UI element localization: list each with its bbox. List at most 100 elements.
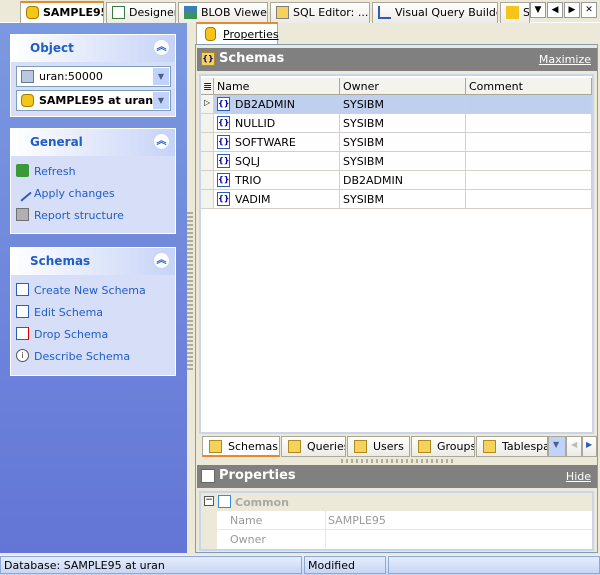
- schemas-group: Schemas ︽ Create New Schema Edit Schema D…: [10, 247, 176, 376]
- row-selector[interactable]: [201, 152, 214, 171]
- server-icon: [21, 70, 34, 83]
- table-row[interactable]: {} SQLJ SYSIBM: [201, 152, 592, 171]
- collapse-icon[interactable]: ︽: [153, 133, 170, 150]
- cell-name[interactable]: {} SQLJ: [214, 152, 340, 171]
- query-builder-icon: [378, 6, 391, 19]
- cell-comment[interactable]: [466, 190, 592, 209]
- row-selector[interactable]: [201, 171, 214, 190]
- tab-queries[interactable]: Queries: [281, 436, 346, 457]
- tab-groups[interactable]: Groups: [411, 436, 475, 457]
- apply-icon: [13, 183, 32, 202]
- tabs-scroll-left-button[interactable]: ◀: [566, 436, 582, 457]
- category-common: Common: [235, 496, 289, 509]
- describe-schema-link[interactable]: i Describe Schema: [11, 345, 175, 367]
- schema-icon: {}: [217, 97, 230, 111]
- edit-schema-link[interactable]: Edit Schema: [11, 301, 175, 323]
- table-row[interactable]: ▷ {} DB2ADMIN SYSIBM: [201, 95, 592, 114]
- close-tab-button[interactable]: ✕: [581, 2, 597, 18]
- sidebar-splitter[interactable]: [187, 210, 193, 370]
- apply-changes-link[interactable]: Apply changes: [11, 182, 175, 204]
- cell-owner[interactable]: DB2ADMIN: [340, 171, 466, 190]
- tab-visual-query-builder[interactable]: Visual Query Builder: [372, 2, 498, 23]
- row-selector[interactable]: [201, 114, 214, 133]
- database-select[interactable]: SAMPLE95 at uran ▼: [16, 90, 171, 111]
- column-header-comment[interactable]: Comment: [466, 78, 592, 95]
- chevron-down-icon[interactable]: ▼: [153, 92, 169, 109]
- row-selector[interactable]: [201, 133, 214, 152]
- cell-name[interactable]: {} VADIM: [214, 190, 340, 209]
- drop-schema-link[interactable]: Drop Schema: [11, 323, 175, 345]
- cell-comment[interactable]: [466, 152, 592, 171]
- arrow-right-icon: ▶: [586, 440, 593, 449]
- sql-editor-icon: [276, 6, 289, 19]
- tab-designer[interactable]: Designer: [106, 2, 176, 23]
- schema-icon: {}: [217, 192, 230, 206]
- cell-name[interactable]: {} SOFTWARE: [214, 133, 340, 152]
- schemas-grid: ≣ Name Owner Comment ▷ {} DB2ADMIN SYSIBM…: [199, 74, 594, 434]
- cell-name[interactable]: {} TRIO: [214, 171, 340, 190]
- collapse-category-icon[interactable]: −: [204, 496, 214, 506]
- refresh-link[interactable]: Refresh: [11, 160, 175, 182]
- cell-name[interactable]: {} DB2ADMIN: [214, 95, 340, 114]
- tab-blob-viewer[interactable]: BLOB Viewer: [178, 2, 268, 23]
- table-row[interactable]: {} TRIO DB2ADMIN: [201, 171, 592, 190]
- cell-owner[interactable]: SYSIBM: [340, 152, 466, 171]
- server-select[interactable]: uran:50000 ▼: [16, 66, 171, 87]
- scroll-tabs-left-button[interactable]: ◀: [547, 2, 563, 18]
- tabs-dropdown-button[interactable]: ▼: [548, 436, 566, 457]
- tab-properties[interactable]: Properties: [196, 22, 279, 45]
- table-row[interactable]: {} VADIM SYSIBM: [201, 190, 592, 209]
- create-schema-icon: [16, 283, 29, 296]
- database-icon: [21, 94, 34, 107]
- cell-name[interactable]: {} NULLID: [214, 114, 340, 133]
- property-grid: − Common Name SAMPLE95 Owner: [199, 491, 594, 551]
- cell-owner[interactable]: SYSIBM: [340, 190, 466, 209]
- tab-tablespac[interactable]: Tablespac: [476, 436, 548, 457]
- maximize-link[interactable]: Maximize: [539, 53, 591, 66]
- tab-users[interactable]: Users: [347, 436, 410, 457]
- chevron-down-icon: ▼: [534, 5, 542, 15]
- edit-schema-icon: [16, 305, 29, 318]
- category-icon: [218, 495, 231, 508]
- scroll-tabs-right-button[interactable]: ▶: [564, 2, 580, 18]
- image-icon: [184, 6, 197, 19]
- groups-icon: [418, 440, 431, 453]
- tab-list-button[interactable]: ▼: [530, 2, 546, 18]
- hide-link[interactable]: Hide: [566, 470, 591, 483]
- properties-icon: [201, 469, 215, 483]
- general-group: General ︽ Refresh Apply changes Report st…: [10, 128, 176, 234]
- cell-comment[interactable]: [466, 133, 592, 152]
- script-icon: [506, 6, 519, 19]
- create-schema-link[interactable]: Create New Schema: [11, 279, 175, 301]
- report-structure-link[interactable]: Report structure: [11, 204, 175, 226]
- row-selector[interactable]: [201, 190, 214, 209]
- tab-sample95[interactable]: SAMPLE95: [20, 1, 104, 23]
- status-empty: [388, 556, 600, 574]
- cell-comment[interactable]: [466, 95, 592, 114]
- column-header-owner[interactable]: Owner: [340, 78, 466, 95]
- object-group: Object ︽ uran:50000 ▼ SAMPLE95 at uran ▼: [10, 34, 176, 117]
- panel-splitter[interactable]: [341, 459, 453, 463]
- cell-owner[interactable]: SYSIBM: [340, 133, 466, 152]
- collapse-icon[interactable]: ︽: [153, 39, 170, 56]
- cell-comment[interactable]: [466, 171, 592, 190]
- collapse-icon[interactable]: ︽: [153, 252, 170, 269]
- tab-sql-editor[interactable]: SQL Editor: ...: [270, 2, 370, 23]
- column-header-name[interactable]: Name: [214, 78, 340, 95]
- property-row-name[interactable]: Name SAMPLE95: [217, 511, 592, 530]
- table-row[interactable]: {} SOFTWARE SYSIBM: [201, 133, 592, 152]
- row-selector[interactable]: ▷: [201, 95, 214, 114]
- cell-comment[interactable]: [466, 114, 592, 133]
- tabs-scroll-right-button[interactable]: ▶: [582, 436, 597, 457]
- tab-script[interactable]: S(: [500, 2, 530, 23]
- designer-icon: [112, 6, 125, 19]
- status-bar: Database: SAMPLE95 at uran Modified: [0, 555, 600, 575]
- cell-owner[interactable]: SYSIBM: [340, 95, 466, 114]
- property-row-owner[interactable]: Owner: [217, 530, 592, 549]
- tab-schemas[interactable]: Schemas: [202, 436, 280, 457]
- document-tabs: SAMPLE95 Designer BLOB Viewer SQL Editor…: [0, 0, 600, 23]
- table-row[interactable]: {} NULLID SYSIBM: [201, 114, 592, 133]
- cell-owner[interactable]: SYSIBM: [340, 114, 466, 133]
- chevron-down-icon[interactable]: ▼: [153, 68, 169, 85]
- queries-icon: [288, 440, 301, 453]
